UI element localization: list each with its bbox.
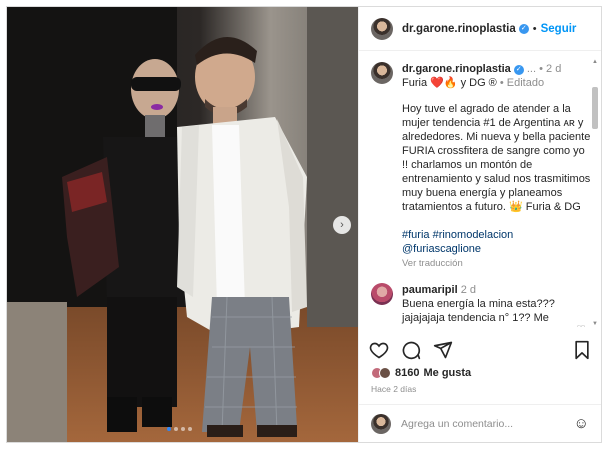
verified-badge-icon: ✓	[513, 65, 524, 75]
post-side-panel: dr.garone.rinoplastia ✓ • Seguir dr.garo…	[358, 7, 601, 442]
emoji-icon[interactable]: ☺	[574, 415, 589, 432]
edited-label: Editado	[506, 77, 545, 89]
comment-time: 2 d	[460, 284, 476, 296]
scrollbar-thumb[interactable]	[592, 87, 598, 129]
follow-button[interactable]: Seguir	[541, 23, 577, 35]
likes-row[interactable]: 8160 Me gusta	[371, 367, 471, 379]
comment-icon[interactable]	[401, 340, 421, 360]
next-slide-button[interactable]: ›	[333, 216, 351, 234]
caption-text: Hoy tuve el agrado de atender a la mujer…	[402, 103, 591, 213]
comment-input[interactable]: Agrega un comentario...	[401, 418, 574, 430]
caption-mention[interactable]: @furiascaglione	[402, 243, 481, 255]
scroll-up-icon[interactable]: ▲	[591, 59, 599, 65]
carousel-dot	[188, 427, 192, 431]
action-bar	[369, 337, 591, 363]
post-date: Hace 2 días	[371, 384, 417, 394]
comments-scroll-area[interactable]: dr.garone.rinoplastia ✓ ... • 2 d Furia ❤…	[359, 52, 601, 327]
caption-separator: •	[499, 77, 504, 89]
caption-body: Hoy tuve el agrado de atender a la mujer…	[371, 102, 591, 256]
collab-line: Furia ❤️🔥 y DG ®	[402, 77, 497, 89]
caption-separator: •	[539, 63, 543, 75]
caption-username[interactable]: dr.garone.rinoplastia	[402, 63, 511, 75]
paper-plane-icon[interactable]	[433, 340, 453, 360]
caption-header: dr.garone.rinoplastia ✓ ... • 2 d Furia ❤…	[371, 62, 590, 90]
comment-body: paumaripil 2 d Buena energía la mina est…	[402, 283, 572, 327]
post-photo[interactable]: ›	[7, 7, 358, 442]
carousel-indicator	[167, 427, 192, 431]
scrollbar[interactable]: ▲ ▼	[591, 59, 599, 327]
comment-avatar[interactable]	[371, 283, 393, 305]
likes-label: Me gusta	[423, 367, 472, 379]
photo-illustration	[7, 7, 358, 442]
avatar[interactable]	[371, 17, 393, 40]
heart-icon[interactable]	[369, 340, 389, 360]
viewer-avatar	[371, 413, 391, 434]
scroll-down-icon[interactable]: ▼	[591, 321, 599, 327]
separator: •	[532, 22, 537, 35]
post-header: dr.garone.rinoplastia ✓ • Seguir	[359, 7, 601, 51]
comment-text: Buena energía la mina esta??? jajajajaja…	[402, 298, 558, 327]
liker-avatar	[379, 367, 391, 379]
header-username[interactable]: dr.garone.rinoplastia	[402, 23, 516, 35]
see-translation-link[interactable]: Ver traducción	[371, 258, 590, 269]
comment-username[interactable]: paumaripil	[402, 284, 458, 296]
post-dialog: › dr.garone.rinoplastia ✓ • Seguir dr.ga…	[6, 6, 602, 443]
comment-like-icon[interactable]: ♡	[576, 323, 586, 327]
caption-avatar[interactable]	[371, 62, 393, 84]
more-dots: ...	[526, 63, 537, 75]
likes-count: 8160	[395, 367, 420, 379]
verified-badge-icon: ✓	[518, 23, 529, 34]
caption-meta: dr.garone.rinoplastia ✓ ... • 2 d Furia ❤…	[402, 62, 561, 90]
carousel-dot	[167, 427, 171, 431]
comment-item: paumaripil 2 d Buena energía la mina est…	[371, 283, 590, 327]
bookmark-icon[interactable]	[573, 340, 591, 360]
add-comment-bar: Agrega un comentario... ☺	[359, 404, 601, 442]
chevron-right-icon: ›	[340, 219, 344, 231]
carousel-dot	[181, 427, 185, 431]
carousel-dot	[174, 427, 178, 431]
caption-hashtags[interactable]: #furia #rinomodelacion	[402, 229, 513, 241]
caption-time: 2 d	[546, 63, 562, 75]
